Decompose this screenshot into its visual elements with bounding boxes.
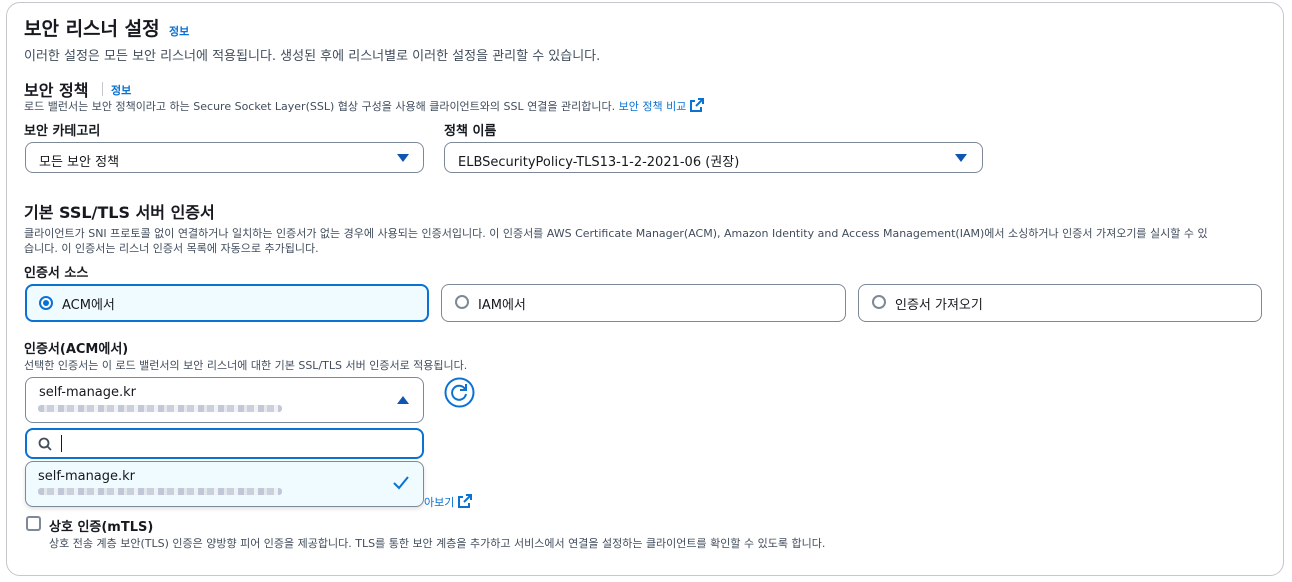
mtls-label[interactable]: 상호 인증(mTLS) [49, 516, 153, 535]
refresh-button[interactable] [444, 377, 475, 408]
caret-down-icon [955, 154, 967, 162]
source-acm-card[interactable]: ACM에서 [25, 284, 429, 322]
acm-certificate-select[interactable]: self-manage.kr [25, 377, 424, 423]
policy-name-label: 정책 이름 [444, 124, 497, 139]
source-import-radio[interactable] [872, 295, 886, 309]
certificate-description-line2: 습니다. 이 인증서는 리스너 인증서 목록에 자동으로 추가됩니다. [24, 242, 319, 255]
source-iam-card[interactable]: IAM에서 [441, 284, 846, 322]
certificate-description-line1: 클라이언트가 SNI 프로토콜 없이 연결하거나 일치하는 인증서가 없는 경우… [24, 227, 1208, 240]
source-acm-label: ACM에서 [62, 298, 115, 313]
policy-name-select[interactable]: ELBSecurityPolicy-TLS13-1-2-2021-06 (권장) [444, 142, 983, 173]
external-link-icon [689, 98, 704, 112]
certificate-title: 기본 SSL/TLS 서버 인증서 [24, 203, 215, 222]
category-label: 보안 카테고리 [24, 124, 101, 139]
policy-name-value: ELBSecurityPolicy-TLS13-1-2-2021-06 (권장) [458, 155, 740, 170]
compare-policies-link-label: 보안 정책 비교 [618, 100, 687, 113]
acm-certificate-label: 인증서(ACM에서) [24, 342, 129, 357]
redacted-arn [38, 488, 282, 495]
source-import-card[interactable]: 인증서 가져오기 [858, 284, 1262, 322]
refresh-icon [444, 377, 475, 408]
source-iam-label: IAM에서 [478, 298, 526, 313]
security-category-select[interactable]: 모든 보안 정책 [25, 142, 424, 173]
security-policy-info-link[interactable]: 정보 [111, 82, 131, 98]
external-link-icon [457, 494, 472, 508]
source-acm-radio[interactable] [39, 296, 53, 310]
section-description: 이러한 설정은 모든 보안 리스너에 적용됩니다. 생성된 후에 리스너별로 이… [24, 49, 601, 64]
section-title: 보안 리스너 설정 [24, 18, 160, 40]
source-import-label: 인증서 가져오기 [895, 298, 983, 313]
compare-policies-link[interactable]: 보안 정책 비교 [618, 98, 704, 113]
text-cursor [61, 435, 62, 452]
redacted-arn [38, 405, 282, 412]
acm-certificate-value: self-manage.kr [39, 385, 137, 400]
security-policy-description: 로드 밸런서는 보안 정책이라고 하는 Secure Socket Layer(… [24, 98, 704, 114]
acm-certificate-description: 선택한 인증서는 이 로드 밸런서의 보안 리스너에 대한 기본 SSL/TLS… [24, 359, 468, 372]
partial-link-label: 아보기 [424, 496, 455, 509]
caret-down-icon [397, 154, 409, 162]
partial-learn-more-link[interactable]: 아보기 [424, 494, 472, 510]
certificate-search-field[interactable] [25, 428, 424, 459]
caret-up-icon [397, 396, 409, 404]
source-iam-radio[interactable] [455, 295, 469, 309]
divider [102, 82, 103, 96]
section-info-link[interactable]: 정보 [169, 23, 189, 39]
checkmark-icon [393, 476, 409, 490]
search-icon [38, 437, 52, 451]
security-category-value: 모든 보안 정책 [39, 155, 120, 170]
certificate-option-label: self-manage.kr [38, 469, 136, 484]
mtls-description: 상호 전송 계층 보안(TLS) 인증은 양방향 피어 인증을 제공합니다. T… [49, 537, 826, 550]
security-policy-description-text: 로드 밸런서는 보안 정책이라고 하는 Secure Socket Layer(… [24, 100, 616, 113]
certificate-source-label: 인증서 소스 [24, 266, 89, 281]
mtls-checkbox[interactable] [26, 516, 41, 531]
certificate-option[interactable]: self-manage.kr [25, 461, 424, 507]
